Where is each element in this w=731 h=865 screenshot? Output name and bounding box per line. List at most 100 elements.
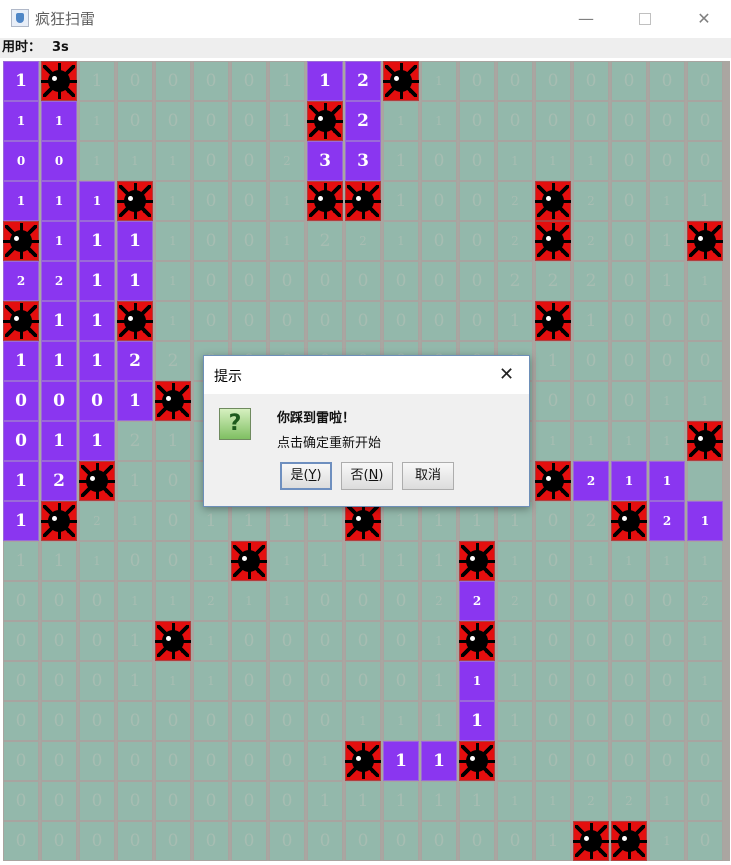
revealed-cell[interactable]: 1	[497, 621, 533, 661]
flagged-cell[interactable]: 2	[117, 341, 153, 381]
revealed-cell[interactable]: 0	[459, 261, 495, 301]
revealed-cell[interactable]: 0	[497, 821, 533, 861]
revealed-cell[interactable]: 1	[687, 621, 723, 661]
revealed-cell[interactable]: 1	[269, 541, 305, 581]
mine-cell[interactable]	[573, 821, 609, 861]
revealed-cell[interactable]: 1	[155, 261, 191, 301]
revealed-cell[interactable]: 0	[421, 301, 457, 341]
revealed-cell[interactable]: 0	[269, 621, 305, 661]
mine-cell[interactable]	[3, 221, 39, 261]
revealed-cell[interactable]: 1	[269, 581, 305, 621]
revealed-cell[interactable]: 1	[117, 461, 153, 501]
revealed-cell[interactable]: 2	[497, 581, 533, 621]
revealed-cell[interactable]: 0	[193, 101, 229, 141]
revealed-cell[interactable]: 0	[117, 781, 153, 821]
revealed-cell[interactable]: 1	[687, 381, 723, 421]
revealed-cell[interactable]: 0	[231, 821, 267, 861]
revealed-cell[interactable]: 0	[79, 821, 115, 861]
revealed-cell[interactable]: 0	[269, 301, 305, 341]
revealed-cell[interactable]: 1	[649, 821, 685, 861]
flagged-cell[interactable]: 1	[649, 461, 685, 501]
revealed-cell[interactable]: 0	[535, 101, 571, 141]
mine-cell[interactable]	[117, 301, 153, 341]
revealed-cell[interactable]: 0	[155, 61, 191, 101]
revealed-cell[interactable]: 1	[497, 501, 533, 541]
revealed-cell[interactable]: 0	[497, 101, 533, 141]
revealed-cell[interactable]: 0	[459, 181, 495, 221]
flagged-cell[interactable]: 1	[41, 181, 77, 221]
revealed-cell[interactable]: 0	[649, 341, 685, 381]
flagged-cell[interactable]: 1	[79, 341, 115, 381]
revealed-cell[interactable]: 1	[687, 661, 723, 701]
revealed-cell[interactable]: 0	[231, 741, 267, 781]
flagged-cell[interactable]: 2	[649, 501, 685, 541]
revealed-cell[interactable]: 2	[155, 341, 191, 381]
revealed-cell[interactable]: 0	[3, 701, 39, 741]
revealed-cell[interactable]: 1	[155, 221, 191, 261]
revealed-cell[interactable]: 0	[193, 701, 229, 741]
revealed-cell[interactable]: 0	[687, 341, 723, 381]
revealed-cell[interactable]: 1	[497, 781, 533, 821]
revealed-cell[interactable]: 0	[193, 781, 229, 821]
revealed-cell[interactable]: 1	[383, 781, 419, 821]
revealed-cell[interactable]: 1	[497, 301, 533, 341]
revealed-cell[interactable]: 0	[3, 621, 39, 661]
yes-button[interactable]: 是(Y)	[280, 462, 332, 490]
flagged-cell[interactable]: 0	[3, 381, 39, 421]
mine-cell[interactable]	[307, 181, 343, 221]
mine-cell[interactable]	[383, 61, 419, 101]
revealed-cell[interactable]: 0	[307, 301, 343, 341]
revealed-cell[interactable]: 1	[611, 541, 647, 581]
flagged-cell[interactable]: 1	[79, 301, 115, 341]
revealed-cell[interactable]: 0	[345, 261, 381, 301]
revealed-cell[interactable]: 0	[383, 661, 419, 701]
revealed-cell[interactable]: 0	[649, 741, 685, 781]
revealed-cell[interactable]: 1	[79, 101, 115, 141]
revealed-cell[interactable]: 0	[535, 701, 571, 741]
mine-cell[interactable]	[459, 741, 495, 781]
revealed-cell[interactable]: 1	[155, 141, 191, 181]
revealed-cell[interactable]: 0	[611, 181, 647, 221]
revealed-cell[interactable]: 0	[459, 221, 495, 261]
revealed-cell[interactable]: 0	[269, 741, 305, 781]
revealed-cell[interactable]: 0	[421, 261, 457, 301]
mine-cell[interactable]	[345, 181, 381, 221]
revealed-cell[interactable]: 0	[231, 621, 267, 661]
mine-cell[interactable]	[117, 181, 153, 221]
revealed-cell[interactable]: 1	[611, 421, 647, 461]
revealed-cell[interactable]: 0	[269, 781, 305, 821]
flagged-cell[interactable]: 1	[459, 661, 495, 701]
revealed-cell[interactable]: 2	[345, 221, 381, 261]
revealed-cell[interactable]: 1	[79, 61, 115, 101]
revealed-cell[interactable]: 0	[611, 621, 647, 661]
revealed-cell[interactable]: 1	[421, 621, 457, 661]
flagged-cell[interactable]: 1	[3, 181, 39, 221]
revealed-cell[interactable]: 0	[117, 741, 153, 781]
minimize-button[interactable]: —	[563, 0, 609, 38]
mine-cell[interactable]	[155, 381, 191, 421]
revealed-cell[interactable]: 0	[535, 661, 571, 701]
revealed-cell[interactable]: 0	[231, 221, 267, 261]
revealed-cell[interactable]: 2	[117, 421, 153, 461]
revealed-cell[interactable]: 1	[421, 61, 457, 101]
revealed-cell[interactable]: 0	[573, 61, 609, 101]
revealed-cell[interactable]: 1	[345, 701, 381, 741]
revealed-cell[interactable]: 0	[193, 61, 229, 101]
revealed-cell[interactable]: 0	[117, 101, 153, 141]
revealed-cell[interactable]: 1	[155, 301, 191, 341]
revealed-cell[interactable]: 1	[459, 781, 495, 821]
revealed-cell[interactable]: 0	[649, 101, 685, 141]
revealed-cell[interactable]: 0	[687, 701, 723, 741]
revealed-cell[interactable]: 0	[231, 781, 267, 821]
revealed-cell[interactable]: 0	[41, 781, 77, 821]
revealed-cell[interactable]: 0	[307, 821, 343, 861]
revealed-cell[interactable]: 1	[535, 341, 571, 381]
no-button[interactable]: 否(N)	[341, 462, 393, 490]
revealed-cell[interactable]: 0	[573, 581, 609, 621]
revealed-cell[interactable]: 1	[383, 141, 419, 181]
revealed-cell[interactable]: 0	[459, 301, 495, 341]
revealed-cell[interactable]: 0	[307, 661, 343, 701]
flagged-cell[interactable]: 1	[383, 741, 419, 781]
revealed-cell[interactable]: 0	[155, 781, 191, 821]
revealed-cell[interactable]: 1	[155, 421, 191, 461]
